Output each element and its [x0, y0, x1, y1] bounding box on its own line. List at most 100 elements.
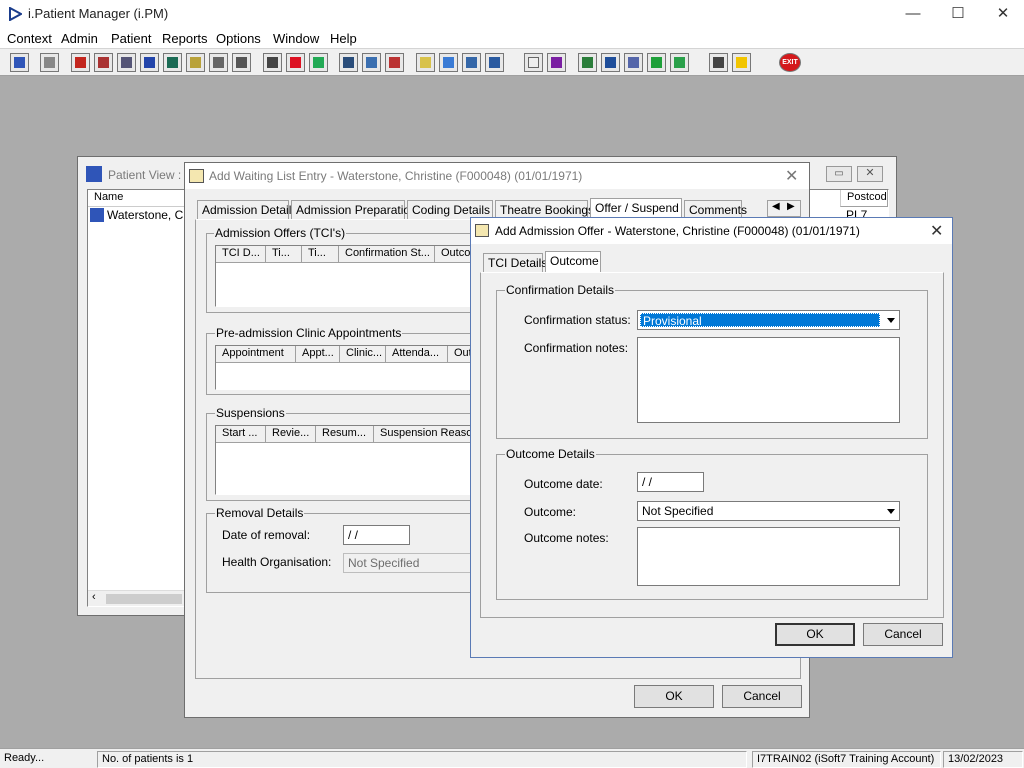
patient-view-close-button[interactable]: ✕: [857, 166, 883, 182]
globe-icon[interactable]: [578, 53, 597, 72]
admission-offer-icon: [475, 224, 489, 237]
clock-icon[interactable]: [286, 53, 305, 72]
outcome-details-group: Outcome Details Outcome date: / / Outcom…: [496, 447, 928, 600]
exit-icon[interactable]: EXIT: [779, 53, 801, 72]
minimize-button[interactable]: —: [890, 0, 936, 28]
horizontal-scrollbar[interactable]: ‹: [88, 590, 186, 606]
menu-reports[interactable]: Reports: [162, 31, 208, 46]
warning-icon[interactable]: [732, 53, 751, 72]
waiting-list-icon: [189, 169, 204, 183]
col-name[interactable]: Name: [88, 190, 188, 207]
tab-scroll-right-icon[interactable]: ▶: [787, 201, 795, 212]
maximize-button[interactable]: ☐: [935, 0, 981, 28]
patient-row-icon: [90, 208, 104, 222]
person-icon[interactable]: [163, 53, 182, 72]
health-org-field: Not Specified: [343, 553, 483, 573]
chevron-down-icon[interactable]: [882, 312, 898, 328]
patient-icon[interactable]: [10, 53, 29, 72]
outcome-label: Outcome:: [524, 505, 577, 519]
admission-offers-label: Admission Offers (TCI's): [214, 226, 347, 240]
app-title: i.Patient Manager (i.PM): [28, 6, 169, 21]
admission-offer-close-button[interactable]: ✕: [930, 221, 943, 241]
chevron-down-icon[interactable]: [882, 503, 898, 519]
col-attendance[interactable]: Attenda...: [386, 346, 448, 363]
col-time-2[interactable]: Ti...: [302, 246, 339, 263]
task3-icon[interactable]: [647, 53, 666, 72]
edit-icon[interactable]: [94, 53, 113, 72]
patient-view-title: Patient View :: [108, 168, 182, 182]
tab-offer-suspend[interactable]: Offer / Suspend: [590, 198, 682, 219]
col-clinic[interactable]: Clinic...: [340, 346, 386, 363]
health-org-label: Health Organisation:: [222, 555, 332, 569]
confirmation-status-label: Confirmation status:: [524, 313, 631, 327]
form-icon[interactable]: [117, 53, 136, 72]
waiting-list-cancel-button[interactable]: Cancel: [722, 685, 802, 708]
menu-context[interactable]: Context: [7, 31, 52, 46]
notes-icon[interactable]: [186, 53, 205, 72]
doc-check-icon[interactable]: [439, 53, 458, 72]
col-review[interactable]: Revie...: [266, 426, 316, 443]
patient-row-name[interactable]: Waterstone, Chr: [107, 208, 194, 222]
chart-icon[interactable]: [362, 53, 381, 72]
menu-admin[interactable]: Admin: [61, 31, 98, 46]
toolbar: EXIT: [0, 49, 1024, 76]
col-postcode[interactable]: Postcod: [840, 190, 888, 207]
refresh-icon[interactable]: [385, 53, 404, 72]
page-icon[interactable]: [524, 53, 543, 72]
report-icon[interactable]: [339, 53, 358, 72]
menu-help[interactable]: Help: [330, 31, 357, 46]
admission-offer-ok-button[interactable]: OK: [775, 623, 855, 646]
document-icon[interactable]: [416, 53, 435, 72]
print-icon[interactable]: [40, 53, 59, 72]
tab-scroll[interactable]: ◀ ▶: [767, 200, 801, 217]
tab-scroll-left-icon[interactable]: ◀: [772, 201, 780, 212]
menu-patient[interactable]: Patient: [111, 31, 151, 46]
bed-icon[interactable]: [462, 53, 481, 72]
patient-view-restore-button[interactable]: ▭: [826, 166, 852, 182]
waiting-list-ok-button[interactable]: OK: [634, 685, 714, 708]
swap-icon[interactable]: [709, 53, 728, 72]
removal-date-field[interactable]: / /: [343, 525, 410, 545]
search-icon[interactable]: [263, 53, 282, 72]
removal-date-label: Date of removal:: [222, 528, 311, 542]
tab-outcome[interactable]: Outcome: [545, 251, 601, 272]
confirmation-notes-textarea[interactable]: [637, 337, 900, 423]
bar-chart-icon[interactable]: [547, 53, 566, 72]
col-resume[interactable]: Resum...: [316, 426, 374, 443]
task4-icon[interactable]: [670, 53, 689, 72]
waiting-list-title: Add Waiting List Entry - Waterstone, Chr…: [209, 169, 583, 183]
suspensions-label: Suspensions: [215, 406, 286, 420]
removal-label: Removal Details: [215, 506, 305, 520]
app-title-bar: i.Patient Manager (i.PM) — ☐ ✕: [0, 0, 1024, 28]
col-confirmation-status[interactable]: Confirmation St...: [339, 246, 435, 263]
col-appointment[interactable]: Appointment: [216, 346, 296, 363]
menu-window[interactable]: Window: [273, 31, 319, 46]
menu-options[interactable]: Options: [216, 31, 261, 46]
waiting-list-close-button[interactable]: ✕: [785, 166, 798, 186]
confirmation-status-value: Provisional: [640, 313, 880, 328]
col-time-1[interactable]: Ti...: [266, 246, 302, 263]
monitor-icon[interactable]: [309, 53, 328, 72]
m-icon[interactable]: [140, 53, 159, 72]
confirmation-status-select[interactable]: Provisional: [637, 310, 900, 330]
tab-tci-details[interactable]: TCI Details: [483, 253, 547, 272]
scroll-thumb[interactable]: [106, 594, 182, 604]
col-start[interactable]: Start ...: [216, 426, 266, 443]
outcome-select[interactable]: Not Specified: [637, 501, 900, 521]
col-appt[interactable]: Appt...: [296, 346, 340, 363]
task-icon[interactable]: [601, 53, 620, 72]
admission-offer-cancel-button[interactable]: Cancel: [863, 623, 943, 646]
task2-icon[interactable]: [624, 53, 643, 72]
outcome-notes-textarea[interactable]: [637, 527, 900, 586]
admission-offer-title: Add Admission Offer - Waterstone, Christ…: [495, 224, 860, 238]
outcome-date-field[interactable]: / /: [637, 472, 704, 492]
book-icon[interactable]: [71, 53, 90, 72]
tab-admission-details[interactable]: Admission Details: [197, 200, 297, 219]
list-icon[interactable]: [209, 53, 228, 72]
col-tci-date[interactable]: TCI D...: [216, 246, 266, 263]
tab-admission-preparation[interactable]: Admission Preparation: [291, 200, 417, 219]
close-button[interactable]: ✕: [980, 0, 1024, 28]
transfer-icon[interactable]: [232, 53, 251, 72]
ward-icon[interactable]: [485, 53, 504, 72]
scroll-left-icon[interactable]: ‹: [92, 591, 96, 603]
